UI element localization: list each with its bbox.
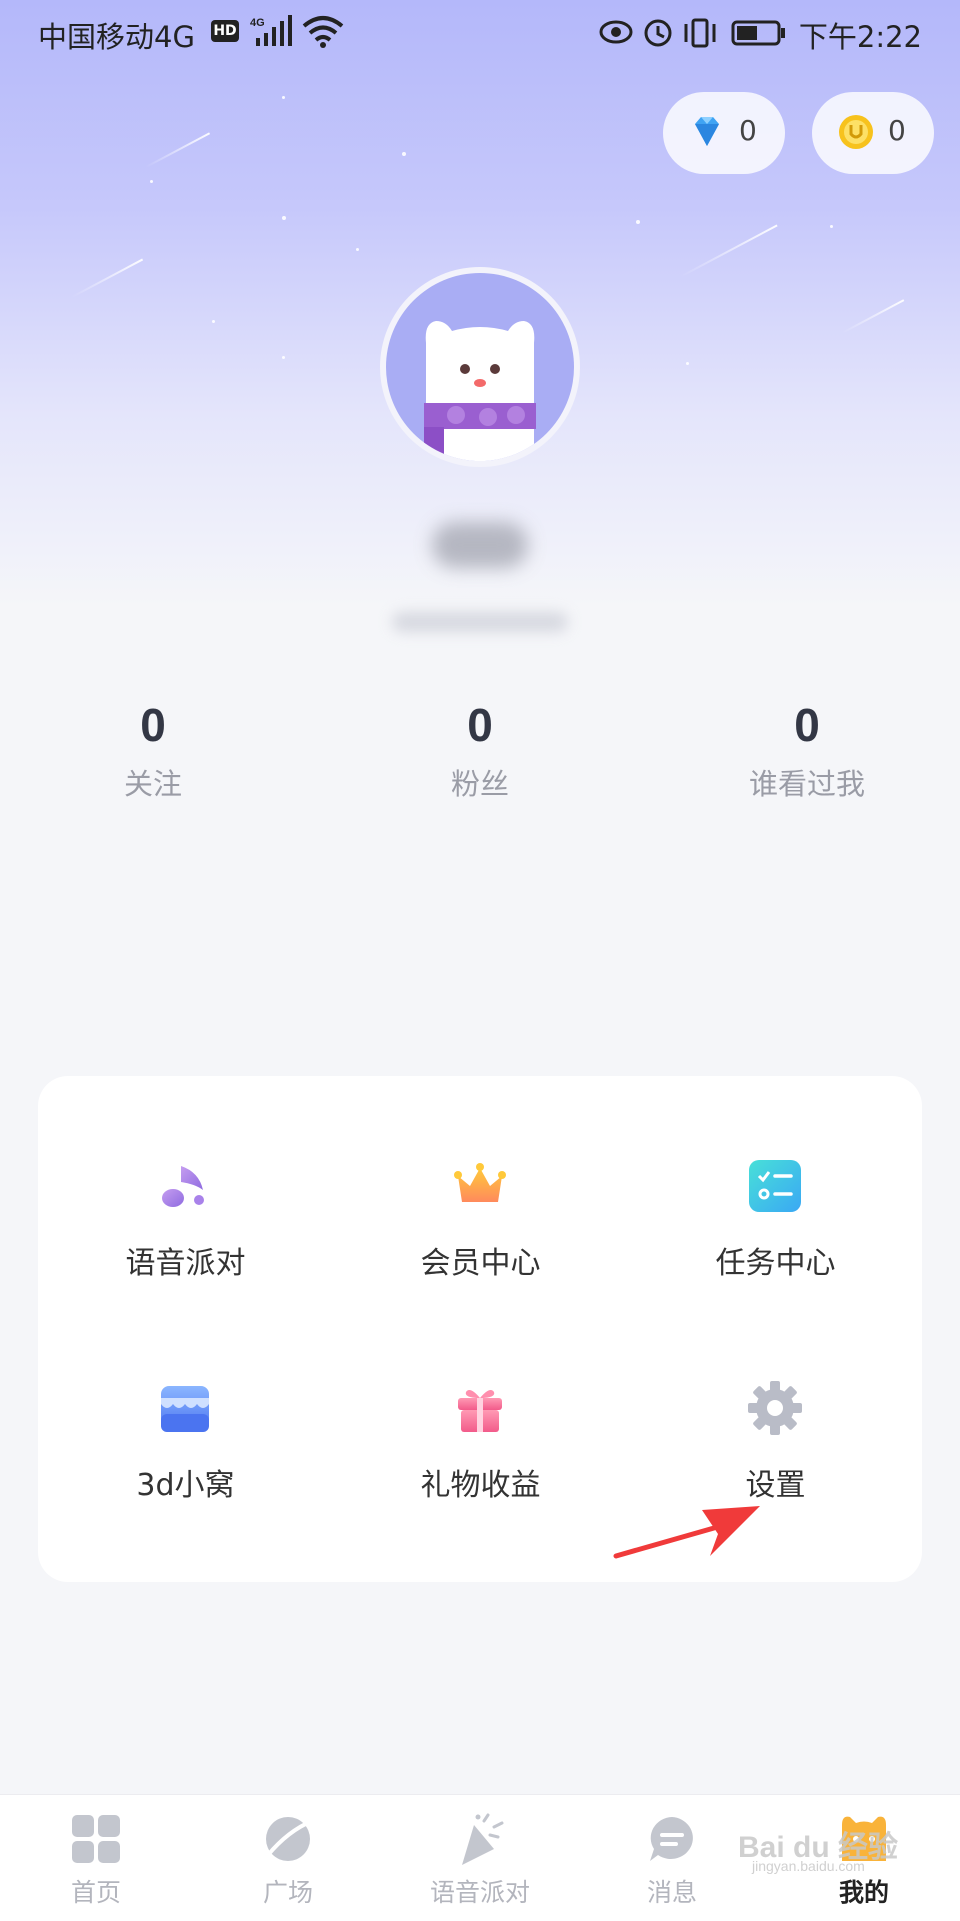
coin-icon [839,115,873,149]
star-decoration [282,356,285,359]
star-decoration [356,248,359,251]
function-label: 语音派对 [125,1246,246,1281]
chat-bubble-icon [650,1817,693,1861]
user-id-blurred [392,612,568,632]
star-decoration [212,320,215,323]
diamond-balance-button[interactable]: 0 [663,92,785,174]
alarm-icon [644,19,672,47]
tab-label: 语音派对 [429,1878,530,1907]
meteor-decoration [679,224,778,278]
function-label: 设置 [745,1468,806,1503]
status-bar: 中国移动4G HD 4G 下午2:22 [0,0,960,64]
stat-value: 0 [794,699,820,751]
planet-icon [266,1817,313,1861]
star-decoration [402,152,406,156]
tab-home[interactable]: 首页 [0,1795,192,1921]
grid-icon [72,1815,120,1863]
gift-earnings-entry[interactable]: 礼物收益 [333,1378,628,1578]
crown-icon [454,1163,506,1202]
meteor-decoration [71,258,144,298]
function-label: 3d小窝 [136,1468,235,1503]
stat-fans[interactable]: 0 粉丝 [350,695,610,803]
avatar[interactable] [386,273,574,461]
star-decoration [282,96,285,99]
status-icons [599,18,785,48]
function-label: 会员中心 [420,1246,541,1281]
diamond-icon [695,117,719,146]
eye-icon [599,20,633,44]
watermark-url: jingyan.baidu.com [752,1858,865,1874]
task-list-icon [749,1160,801,1212]
signal-icon: 4G [250,15,292,46]
star-decoration [830,225,833,228]
music-note-icon [162,1166,204,1207]
star-decoration [282,216,286,220]
hd-badge: HD [211,20,239,42]
meteor-decoration [841,299,905,334]
wifi-icon [302,16,344,48]
function-label: 任务中心 [715,1246,836,1281]
tab-voice-party[interactable]: 语音派对 [384,1795,576,1921]
stat-label: 关注 [123,767,182,801]
cat-mascot-icon [424,321,536,461]
svg-text:4G: 4G [250,17,265,29]
gift-icon [458,1390,502,1432]
diamond-count: 0 [739,114,757,147]
task-center-entry[interactable]: 任务中心 [628,1156,923,1356]
coin-balance-button[interactable]: 0 [812,92,934,174]
stat-value: 0 [140,699,166,751]
star-decoration [636,220,640,224]
star-decoration [150,180,153,183]
function-label: 礼物收益 [420,1468,541,1503]
tab-label: 首页 [70,1878,121,1907]
stat-label: 粉丝 [450,767,509,801]
star-decoration [686,362,689,365]
tab-label: 我的 [838,1878,889,1907]
carrier-label: 中国移动4G [38,20,195,54]
annotation-arrow-icon [613,1506,760,1559]
tab-square[interactable]: 广场 [192,1795,384,1921]
meteor-decoration [145,132,211,168]
3d-room-entry[interactable]: 3d小窝 [38,1378,333,1578]
tab-label: 广场 [262,1878,313,1907]
battery-icon [731,20,785,46]
clock: 下午2:22 [798,20,922,54]
function-grid-card: 语音派对 会员中心 任务中心 3d小窝 礼物收益 设置 [38,1076,922,1582]
shop-icon [161,1386,209,1432]
party-popper-icon [462,1813,504,1865]
vip-center-entry[interactable]: 会员中心 [333,1156,628,1356]
stat-visitors[interactable]: 0 谁看过我 [677,695,937,803]
stat-label: 谁看过我 [748,767,865,801]
stat-value: 0 [467,699,493,751]
username-blurred [432,522,528,568]
coin-count: 0 [888,114,906,147]
voice-party-entry[interactable]: 语音派对 [38,1156,333,1356]
tab-label: 消息 [646,1878,697,1907]
vibrate-icon [684,18,716,48]
gear-icon [748,1381,802,1435]
stat-following[interactable]: 0 关注 [23,695,283,803]
